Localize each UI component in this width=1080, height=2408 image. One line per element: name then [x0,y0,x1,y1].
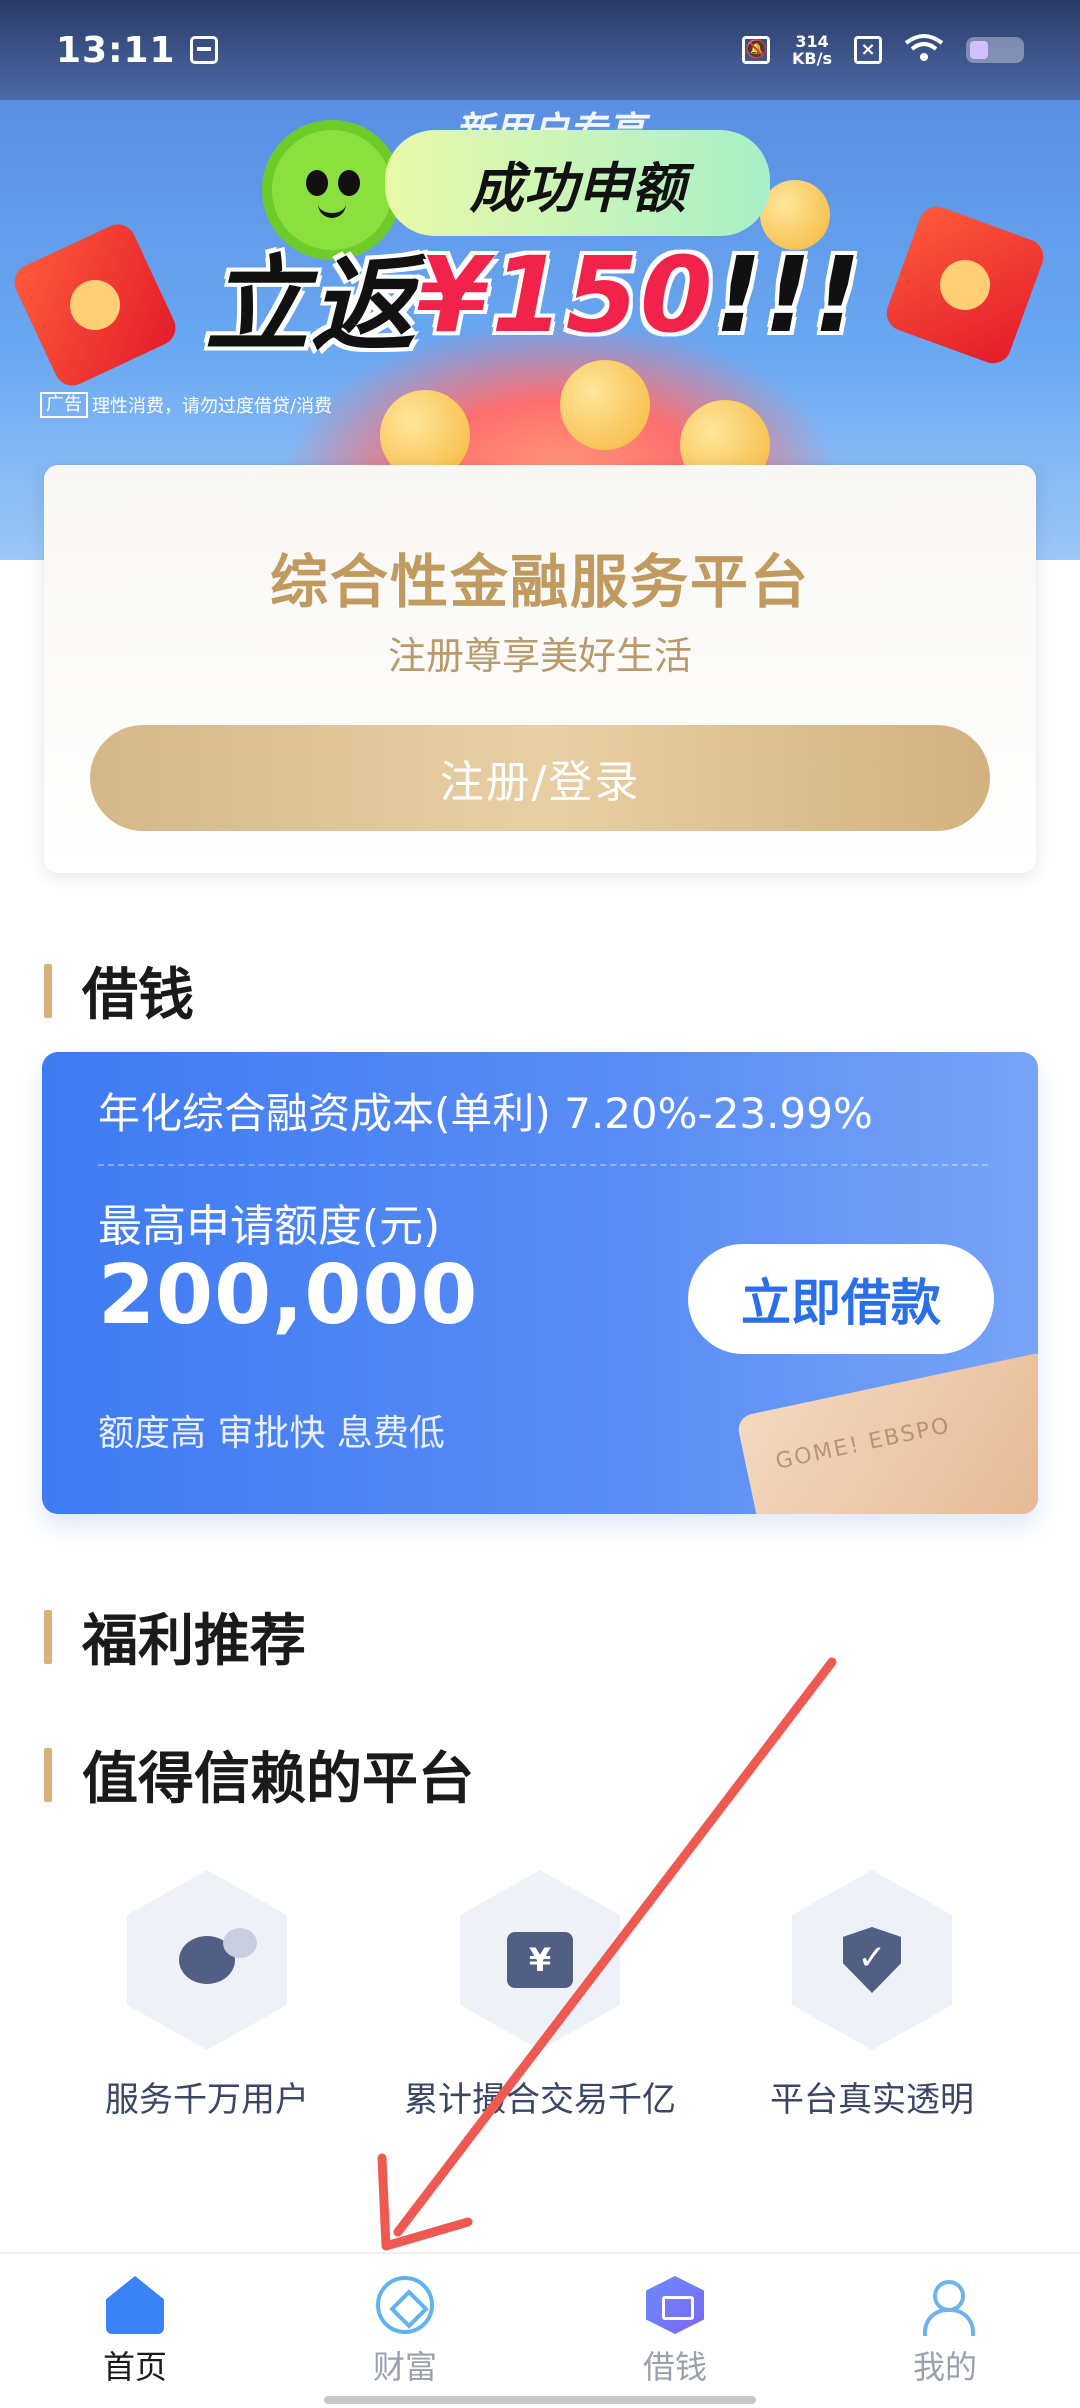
battery-icon [966,37,1024,63]
status-bar: 13:11 🔕 314 KB/s × [0,0,1080,100]
nav-item-profile[interactable]: 我的 [810,2254,1080,2408]
section-accent-bar [44,1609,52,1664]
nav-item-loan[interactable]: 借钱 [540,2254,810,2408]
trust-features: 服务千万用户 ¥ 累计撮合交易千亿 ✓ 平台真实透明 [0,1870,1080,2130]
loan-section-title: 借钱 [44,950,194,1031]
loan-feature-tags: 额度高 审批快 息费低 [98,1413,445,1454]
shield-check-icon: ✓ [843,1927,901,1993]
register-card-title: 综合性金融服务平台 [269,548,810,616]
mute-bell-icon: 🔕 [742,36,771,64]
loan-section-title-text: 借钱 [82,963,194,1028]
red-packet-icon [8,218,182,392]
loan-card-divider [98,1164,988,1166]
feature-label: 累计撮合交易千亿 [404,2080,676,2120]
red-packet-icon [881,201,1049,369]
welfare-section-title-text: 福利推荐 [82,1609,306,1674]
bottom-nav: 首页 财富 借钱 我的 [0,2252,1080,2408]
bank-card-deco-text: GOME! EBSPO [773,1413,953,1475]
feature-label: 服务千万用户 [105,2080,309,2120]
feature-hex [127,1870,287,2050]
wealth-icon [376,2276,434,2334]
loan-card[interactable]: GOME! EBSPO 年化综合融资成本(单利) 7.20%-23.99% 最高… [42,1052,1038,1514]
notification-x-icon: × [854,36,882,64]
ad-note-text: 理性消费，请勿过度借贷/消费 [92,396,333,417]
notification-app-icon [189,36,218,64]
nav-label: 首页 [102,2348,167,2386]
nav-item-home[interactable]: 首页 [0,2254,270,2408]
banner-headline-amount: ¥150 [417,234,715,356]
feature-hex: ✓ [792,1870,952,2050]
register-card-subtitle: 注册尊享美好生活 [387,634,692,678]
section-accent-bar [44,1747,52,1802]
trust-section-title: 值得信赖的平台 [44,1734,474,1815]
chat-icon [179,1928,257,1984]
feature-hex: ¥ [460,1870,620,2050]
welfare-section-title: 福利推荐 [44,1596,306,1677]
feature-transactions: ¥ 累计撮合交易千亿 [375,1870,705,2121]
trust-section-title-text: 值得信赖的平台 [82,1747,474,1812]
register-card: 综合性金融服务平台 注册尊享美好生活 注册/登录 [44,465,1036,873]
banner-headline-suffix: !!! [714,234,863,356]
nav-label: 借钱 [642,2348,707,2386]
ad-tag: 广告 [40,392,88,418]
nav-label: 我的 [912,2348,977,2386]
nav-item-wealth[interactable]: 财富 [270,2254,540,2408]
feature-users: 服务千万用户 [42,1870,372,2121]
section-accent-bar [44,963,52,1018]
network-speed-unit: KB/s [792,49,832,68]
borrow-now-button[interactable]: 立即借款 [688,1244,994,1354]
nav-label: 财富 [372,2348,437,2386]
status-time: 13:11 [56,29,176,71]
register-login-button[interactable]: 注册/登录 [90,725,990,831]
banner-pill-title: 成功申额 [385,130,770,236]
feature-transparency: ✓ 平台真实透明 [707,1870,1037,2121]
gold-coin-icon [560,360,650,450]
wallet-icon: ¥ [507,1932,573,1988]
feature-label: 平台真实透明 [770,2080,974,2120]
loan-rate-text: 年化综合融资成本(单利) 7.20%-23.99% [98,1089,873,1138]
home-icon [106,2276,164,2334]
status-indicators: 🔕 314 KB/s × [742,33,1024,67]
network-speed: 314 KB/s [792,33,832,67]
loan-icon [646,2276,704,2334]
profile-icon [916,2276,975,2336]
loan-limit-amount: 200,000 [98,1248,479,1343]
banner-headline-prefix: 立返 [205,243,418,366]
bank-card-decoration: GOME! EBSPO [735,1350,1038,1514]
banner-headline: 立返 ¥150 !!! [205,230,863,366]
home-indicator[interactable] [324,2396,756,2404]
wifi-icon [904,33,944,67]
app-page: 13:11 🔕 314 KB/s × 新用户专享 成功申额 立 [0,0,1080,2408]
ad-disclaimer: 广告 理性消费，请勿过度借贷/消费 [40,392,332,418]
loan-limit-label: 最高申请额度(元) [98,1201,441,1252]
